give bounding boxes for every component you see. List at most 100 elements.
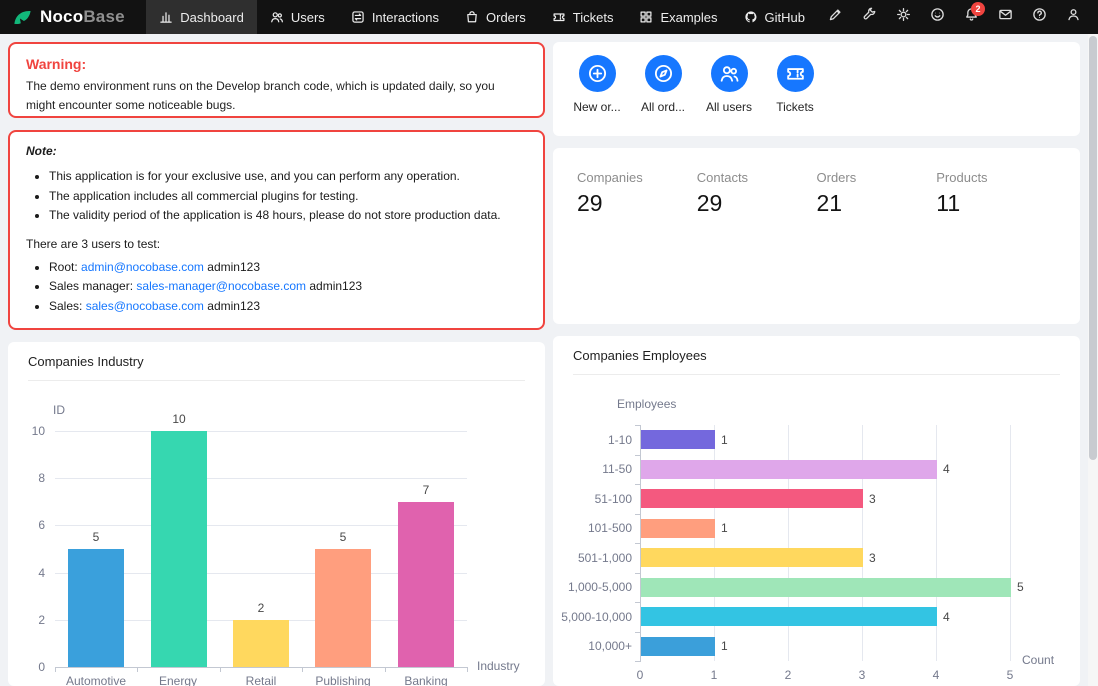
- y-tick-label: 0: [13, 660, 45, 674]
- nav-item-tickets[interactable]: Tickets: [539, 0, 627, 34]
- note-bullet-list: This application is for your exclusive u…: [26, 168, 527, 224]
- pen-button[interactable]: [818, 0, 852, 34]
- y-category-label: 501-1,000: [553, 551, 632, 565]
- ticket-icon: [552, 10, 566, 24]
- bar-1-10: [641, 430, 715, 449]
- x-category-label: Publishing: [302, 674, 384, 686]
- x-category-label: Energy: [137, 674, 219, 686]
- bar-value-label: 5: [58, 530, 134, 544]
- axis-tick: [635, 661, 640, 662]
- axis-tick: [635, 543, 640, 544]
- note-bullet: The validity period of the application i…: [49, 207, 527, 223]
- plus-circle-icon: [579, 55, 616, 92]
- bar-101-500: [641, 519, 715, 538]
- quick-action-all-users[interactable]: All users: [697, 55, 761, 114]
- compass-icon: [645, 55, 682, 92]
- email-link[interactable]: sales@nocobase.com: [86, 299, 204, 313]
- tool-icon: [862, 7, 877, 27]
- logo-text: NocoBase: [40, 7, 125, 27]
- bar-1-000-5-000: [641, 578, 1011, 597]
- nocobase-logo[interactable]: NocoBase: [0, 0, 146, 34]
- axis-tick: [302, 667, 303, 672]
- tool-button[interactable]: [852, 0, 886, 34]
- bar-value-label: 10: [141, 412, 217, 426]
- nav-item-dashboard[interactable]: Dashboard: [146, 0, 257, 34]
- stat-products: Products11: [936, 170, 1056, 217]
- quick-action-new-or[interactable]: New or...: [565, 55, 629, 114]
- stat-value: 29: [577, 190, 697, 217]
- chart-title: Companies Industry: [28, 354, 144, 369]
- quick-action-tickets[interactable]: Tickets: [763, 55, 827, 114]
- bar-chart-icon: [159, 10, 173, 24]
- nav-item-label: Tickets: [573, 10, 614, 25]
- x-axis-name: Count: [1022, 653, 1054, 667]
- test-user-item: Sales: sales@nocobase.com admin123: [49, 298, 527, 314]
- axis-tick: [635, 455, 640, 456]
- mail-button[interactable]: [988, 0, 1022, 34]
- bar-11-50: [641, 460, 937, 479]
- bar-5-000-10-000: [641, 607, 937, 626]
- y-category-label: 5,000-10,000: [553, 610, 632, 624]
- test-user-item: Root: admin@nocobase.com admin123: [49, 259, 527, 275]
- chart-title: Companies Employees: [573, 348, 707, 363]
- nav-item-users[interactable]: Users: [257, 0, 338, 34]
- page-content: Warning: The demo environment runs on th…: [0, 34, 1098, 686]
- interaction-icon: [351, 10, 365, 24]
- email-link[interactable]: sales-manager@nocobase.com: [136, 279, 306, 293]
- nav-item-orders[interactable]: Orders: [452, 0, 539, 34]
- x-tick-label: 1: [699, 668, 729, 682]
- mail-icon: [998, 7, 1013, 27]
- bar-value-label: 4: [943, 610, 950, 624]
- bar-value-label: 1: [721, 639, 728, 653]
- stat-contacts: Contacts29: [697, 170, 817, 217]
- top-navbar: NocoBase DashboardUsersInteractionsOrder…: [0, 0, 1098, 34]
- warning-card: Warning: The demo environment runs on th…: [8, 42, 545, 118]
- bar-energy: [151, 431, 207, 667]
- x-category-label: Banking: [385, 674, 467, 686]
- bar-501-1-000: [641, 548, 863, 567]
- pen-icon: [828, 7, 843, 27]
- stat-label: Companies: [577, 170, 697, 185]
- y-tick-label: 4: [13, 566, 45, 580]
- bar-automotive: [68, 549, 124, 667]
- quick-action-label: New or...: [573, 100, 620, 114]
- quick-action-all-ord[interactable]: All ord...: [631, 55, 695, 114]
- y-category-label: 11-50: [553, 462, 632, 476]
- bar-value-label: 4: [943, 462, 950, 476]
- user-button[interactable]: [1056, 0, 1090, 34]
- axis-tick: [635, 632, 640, 633]
- x-tick-label: 0: [625, 668, 655, 682]
- nav-item-interactions[interactable]: Interactions: [338, 0, 452, 34]
- x-category-label: Automotive: [55, 674, 137, 686]
- y-tick-label: 8: [13, 471, 45, 485]
- email-link[interactable]: admin@nocobase.com: [81, 260, 204, 274]
- shopping-icon: [465, 10, 479, 24]
- stat-value: 29: [697, 190, 817, 217]
- y-axis-name: ID: [53, 403, 65, 417]
- y-tick-label: 2: [13, 613, 45, 627]
- gear-icon: [896, 7, 911, 27]
- nocobase-logo-icon: [12, 7, 33, 28]
- axis-tick: [635, 602, 640, 603]
- gear-button[interactable]: [886, 0, 920, 34]
- bar-value-label: 1: [721, 521, 728, 535]
- page-scrollbar[interactable]: [1088, 34, 1098, 686]
- question-button[interactable]: [1022, 0, 1056, 34]
- y-tick-label: 6: [13, 518, 45, 532]
- y-axis-name: Employees: [617, 397, 676, 411]
- test-user-password: admin123: [207, 299, 260, 313]
- smile-button[interactable]: [920, 0, 954, 34]
- note-title: Note:: [26, 144, 527, 158]
- test-users-intro: There are 3 users to test:: [26, 237, 527, 251]
- nav-item-github[interactable]: GitHub: [731, 0, 818, 34]
- x-tick-label: 4: [921, 668, 951, 682]
- chart-header: Companies Industry: [28, 342, 525, 381]
- scrollbar-thumb[interactable]: [1089, 36, 1097, 460]
- appstore-icon: [639, 10, 653, 24]
- bar-value-label: 3: [869, 551, 876, 565]
- bell-button[interactable]: 2: [954, 0, 988, 34]
- x-axis-line: [55, 667, 468, 668]
- axis-tick: [137, 667, 138, 672]
- nav-item-examples[interactable]: Examples: [626, 0, 730, 34]
- quick-action-label: All users: [706, 100, 752, 114]
